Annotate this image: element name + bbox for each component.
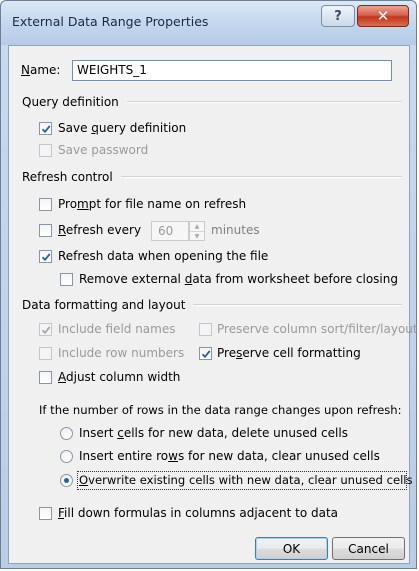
data-formatting-heading: Data formatting and layout — [22, 298, 402, 312]
overwrite-cells-label: Overwrite existing cells with new data, … — [79, 473, 413, 487]
query-definition-heading: Query definition — [22, 95, 402, 109]
adjust-column-width-label: Adjust column width — [58, 370, 181, 384]
spin-down-icon[interactable]: ▼ — [190, 231, 204, 241]
refresh-every-label: Refresh every — [58, 223, 142, 237]
checkmark-icon — [201, 349, 210, 358]
refresh-every-checkbox[interactable] — [39, 224, 52, 237]
minutes-label: minutes — [211, 223, 260, 237]
refresh-minutes-spinner[interactable]: ▲ ▼ — [189, 221, 205, 241]
remove-external-data-label: Remove external data from worksheet befo… — [79, 272, 398, 286]
close-button[interactable]: ✕ — [357, 5, 409, 27]
preserve-sort-label: Preserve column sort/filter/layout — [217, 322, 418, 336]
refresh-on-open-checkbox[interactable] — [39, 250, 52, 263]
help-button[interactable]: ? — [321, 5, 355, 27]
close-icon: ✕ — [376, 7, 390, 25]
checkmark-icon — [41, 325, 50, 334]
adjust-column-width-checkbox[interactable] — [39, 371, 52, 384]
save-query-definition-label: Save query definition — [58, 121, 187, 135]
include-field-names-checkbox[interactable] — [39, 323, 52, 336]
include-field-names-label: Include field names — [58, 322, 176, 336]
insert-cells-label: Insert cells for new data, delete unused… — [79, 426, 348, 440]
save-password-label: Save password — [58, 143, 149, 157]
checkmark-icon — [41, 252, 50, 261]
include-row-numbers-checkbox[interactable] — [39, 347, 52, 360]
rows-change-question: If the number of rows in the data range … — [39, 403, 402, 417]
dialog-window: External Data Range Properties ? ✕ Name:… — [0, 0, 418, 569]
save-password-checkbox[interactable] — [39, 144, 52, 157]
name-field[interactable]: WEIGHTS_1 — [72, 60, 392, 81]
preserve-cell-formatting-checkbox[interactable] — [199, 347, 212, 360]
name-label: Name: — [21, 63, 61, 77]
include-row-numbers-label: Include row numbers — [58, 346, 185, 360]
save-query-definition-checkbox[interactable] — [39, 122, 52, 135]
fill-down-formulas-label: Fill down formulas in columns adjacent t… — [58, 506, 339, 520]
preserve-sort-checkbox[interactable] — [199, 323, 212, 336]
cancel-button[interactable]: Cancel — [332, 537, 405, 560]
fill-down-formulas-checkbox[interactable] — [39, 507, 52, 520]
remove-external-data-checkbox[interactable] — [60, 273, 73, 286]
insert-cells-radio[interactable] — [60, 427, 73, 440]
title-bar[interactable]: External Data Range Properties ? ✕ — [1, 1, 416, 45]
preserve-cell-formatting-label: Preserve cell formatting — [217, 346, 361, 360]
checkmark-icon — [41, 124, 50, 133]
prompt-file-name-label: Prompt for file name on refresh — [58, 197, 247, 211]
overwrite-cells-radio[interactable] — [60, 474, 73, 487]
dialog-title: External Data Range Properties — [12, 14, 209, 29]
refresh-minutes-input[interactable]: 60 — [151, 221, 189, 241]
radio-selected-dot — [64, 478, 69, 483]
insert-entire-rows-radio[interactable] — [60, 450, 73, 463]
insert-entire-rows-label: Insert entire rows for new data, clear u… — [79, 449, 380, 463]
dialog-content: Name: WEIGHTS_1 Query definition Save qu… — [8, 45, 418, 564]
refresh-control-heading: Refresh control — [22, 170, 402, 184]
spin-up-icon[interactable]: ▲ — [190, 222, 204, 231]
refresh-on-open-label: Refresh data when opening the file — [58, 249, 269, 263]
prompt-file-name-checkbox[interactable] — [39, 198, 52, 211]
ok-button[interactable]: OK — [255, 537, 328, 560]
